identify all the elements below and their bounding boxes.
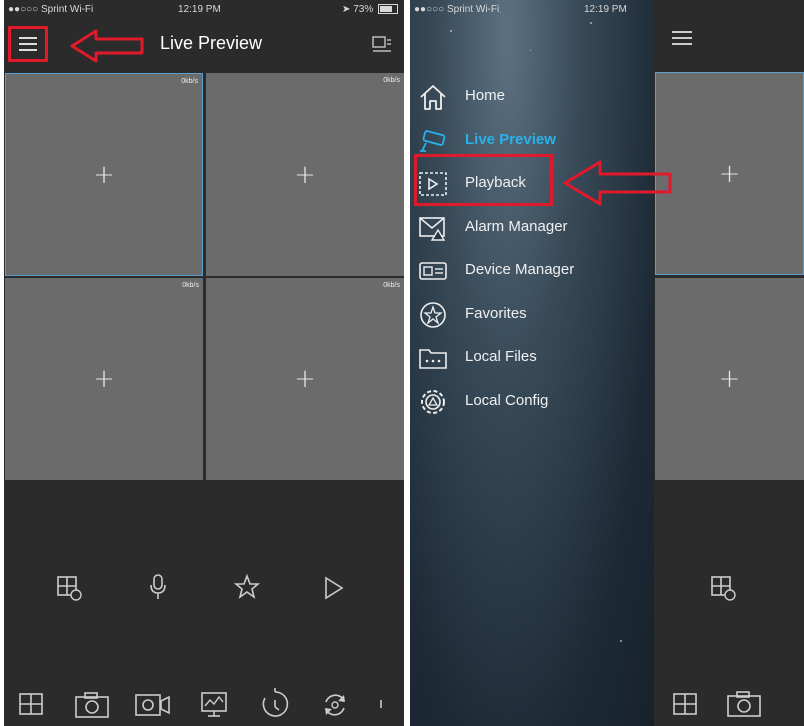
- carrier-label: ●●○○○ Sprint Wi-Fi: [414, 4, 500, 15]
- record-video-icon[interactable]: [134, 692, 172, 718]
- grid-layout-icon[interactable]: [672, 692, 700, 718]
- control-toolbar: [4, 555, 404, 615]
- status-bar: ●●○○○ Sprint Wi-Fi 12:19 PM ➤ 73%: [4, 0, 404, 18]
- grid-layout-icon[interactable]: [18, 692, 46, 718]
- video-cell[interactable]: 0kb/s +: [5, 73, 203, 276]
- battery-indicator: ➤ 73%: [342, 4, 398, 15]
- alarm-envelope-icon: [419, 216, 446, 241]
- add-camera-icon[interactable]: +: [93, 364, 115, 394]
- play-icon[interactable]: [322, 575, 346, 601]
- timer-icon[interactable]: [260, 688, 290, 720]
- video-cell[interactable]: 0kb/s +: [206, 278, 404, 480]
- menu-item-label: Local Config: [465, 391, 549, 409]
- status-time: 12:19 PM: [584, 4, 627, 15]
- battery-icon: [378, 4, 398, 15]
- split-screen-history-icon[interactable]: [710, 575, 738, 601]
- menu-item-local-config[interactable]: Local Config: [418, 380, 648, 424]
- background-star: [590, 22, 592, 24]
- bitrate-label: 0kb/s: [383, 282, 400, 289]
- video-cell[interactable]: 0kb/s +: [5, 278, 203, 480]
- bitrate-label: 0kb/s: [182, 282, 199, 289]
- add-camera-icon[interactable]: +: [294, 160, 316, 190]
- favorite-star-icon[interactable]: [234, 574, 260, 600]
- menu-item-favorites[interactable]: Favorites: [418, 293, 648, 337]
- video-cell[interactable]: +: [655, 278, 804, 480]
- monitor-icon[interactable]: [200, 691, 228, 719]
- battery-percent: 73%: [353, 4, 374, 15]
- add-camera-icon[interactable]: +: [93, 160, 115, 190]
- menu-item-label: Home: [465, 87, 506, 104]
- folder-icon: [419, 349, 447, 369]
- status-bar: ●●○○○ Sprint Wi-Fi 12:19 PM: [410, 0, 654, 18]
- video-cell[interactable]: 0kb/s +: [206, 73, 404, 276]
- background-star: [530, 50, 531, 51]
- snapshot-camera-icon[interactable]: [726, 690, 762, 718]
- location-icon: ➤: [342, 4, 351, 15]
- background-star: [620, 640, 622, 642]
- display-mode-icon[interactable]: [372, 36, 392, 54]
- menu-item-label: Device Manager: [465, 261, 575, 278]
- device-icon: [419, 262, 447, 280]
- menu-item-label: Alarm Manager: [465, 217, 568, 235]
- bottom-toolbar: [4, 686, 404, 726]
- menu-item-alarm-manager[interactable]: Alarm Manager: [418, 206, 648, 250]
- status-time: 12:19 PM: [178, 4, 221, 15]
- red-arrow-annotation: [563, 160, 672, 206]
- add-camera-icon[interactable]: +: [294, 364, 316, 394]
- video-grid: 0kb/s + 0kb/s + 0kb/s + 0kb/s +: [4, 72, 404, 480]
- background-star: [450, 30, 452, 32]
- favorite-star-icon: [420, 301, 446, 328]
- page-title: Live Preview: [159, 33, 263, 53]
- background-live-preview: + +: [654, 0, 804, 726]
- playback-highlight-box: [414, 154, 553, 206]
- right-phone-screen: + + ●●○○○ Sprint Wi-Fi 12:19 PM Home Liv…: [410, 0, 804, 726]
- bitrate-label: 0kb/s: [181, 78, 198, 85]
- carrier-label: ●●○○○ Sprint Wi-Fi: [8, 4, 94, 15]
- gear-icon: [421, 389, 445, 414]
- menu-icon[interactable]: [670, 28, 694, 48]
- navigation-menu: Home Live Preview Playback Alarm Manager…: [418, 75, 648, 423]
- side-menu-drawer: ●●○○○ Sprint Wi-Fi 12:19 PM Home Live Pr…: [410, 0, 672, 726]
- more-indicator: [380, 700, 382, 708]
- menu-item-home[interactable]: Home: [418, 75, 648, 119]
- menu-item-label: Live Preview: [465, 130, 556, 148]
- top-navigation-bar: Live Preview: [4, 18, 404, 72]
- menu-item-local-files[interactable]: Local Files: [418, 336, 648, 380]
- microphone-icon[interactable]: [148, 573, 168, 601]
- add-camera-icon[interactable]: +: [719, 159, 741, 189]
- menu-item-device-manager[interactable]: Device Manager: [418, 249, 648, 293]
- menu-item-label: Local Files: [465, 348, 537, 365]
- split-screen-history-icon[interactable]: [56, 575, 84, 601]
- menu-item-label: Favorites: [465, 304, 527, 322]
- cctv-camera-icon: [420, 129, 446, 152]
- bitrate-label: 0kb/s: [383, 77, 400, 84]
- left-phone-screen: ●●○○○ Sprint Wi-Fi 12:19 PM ➤ 73% Live P…: [4, 0, 404, 726]
- refresh-icon[interactable]: [320, 690, 350, 720]
- snapshot-camera-icon[interactable]: [74, 691, 110, 719]
- add-camera-icon[interactable]: +: [719, 364, 741, 394]
- home-icon: [420, 85, 446, 110]
